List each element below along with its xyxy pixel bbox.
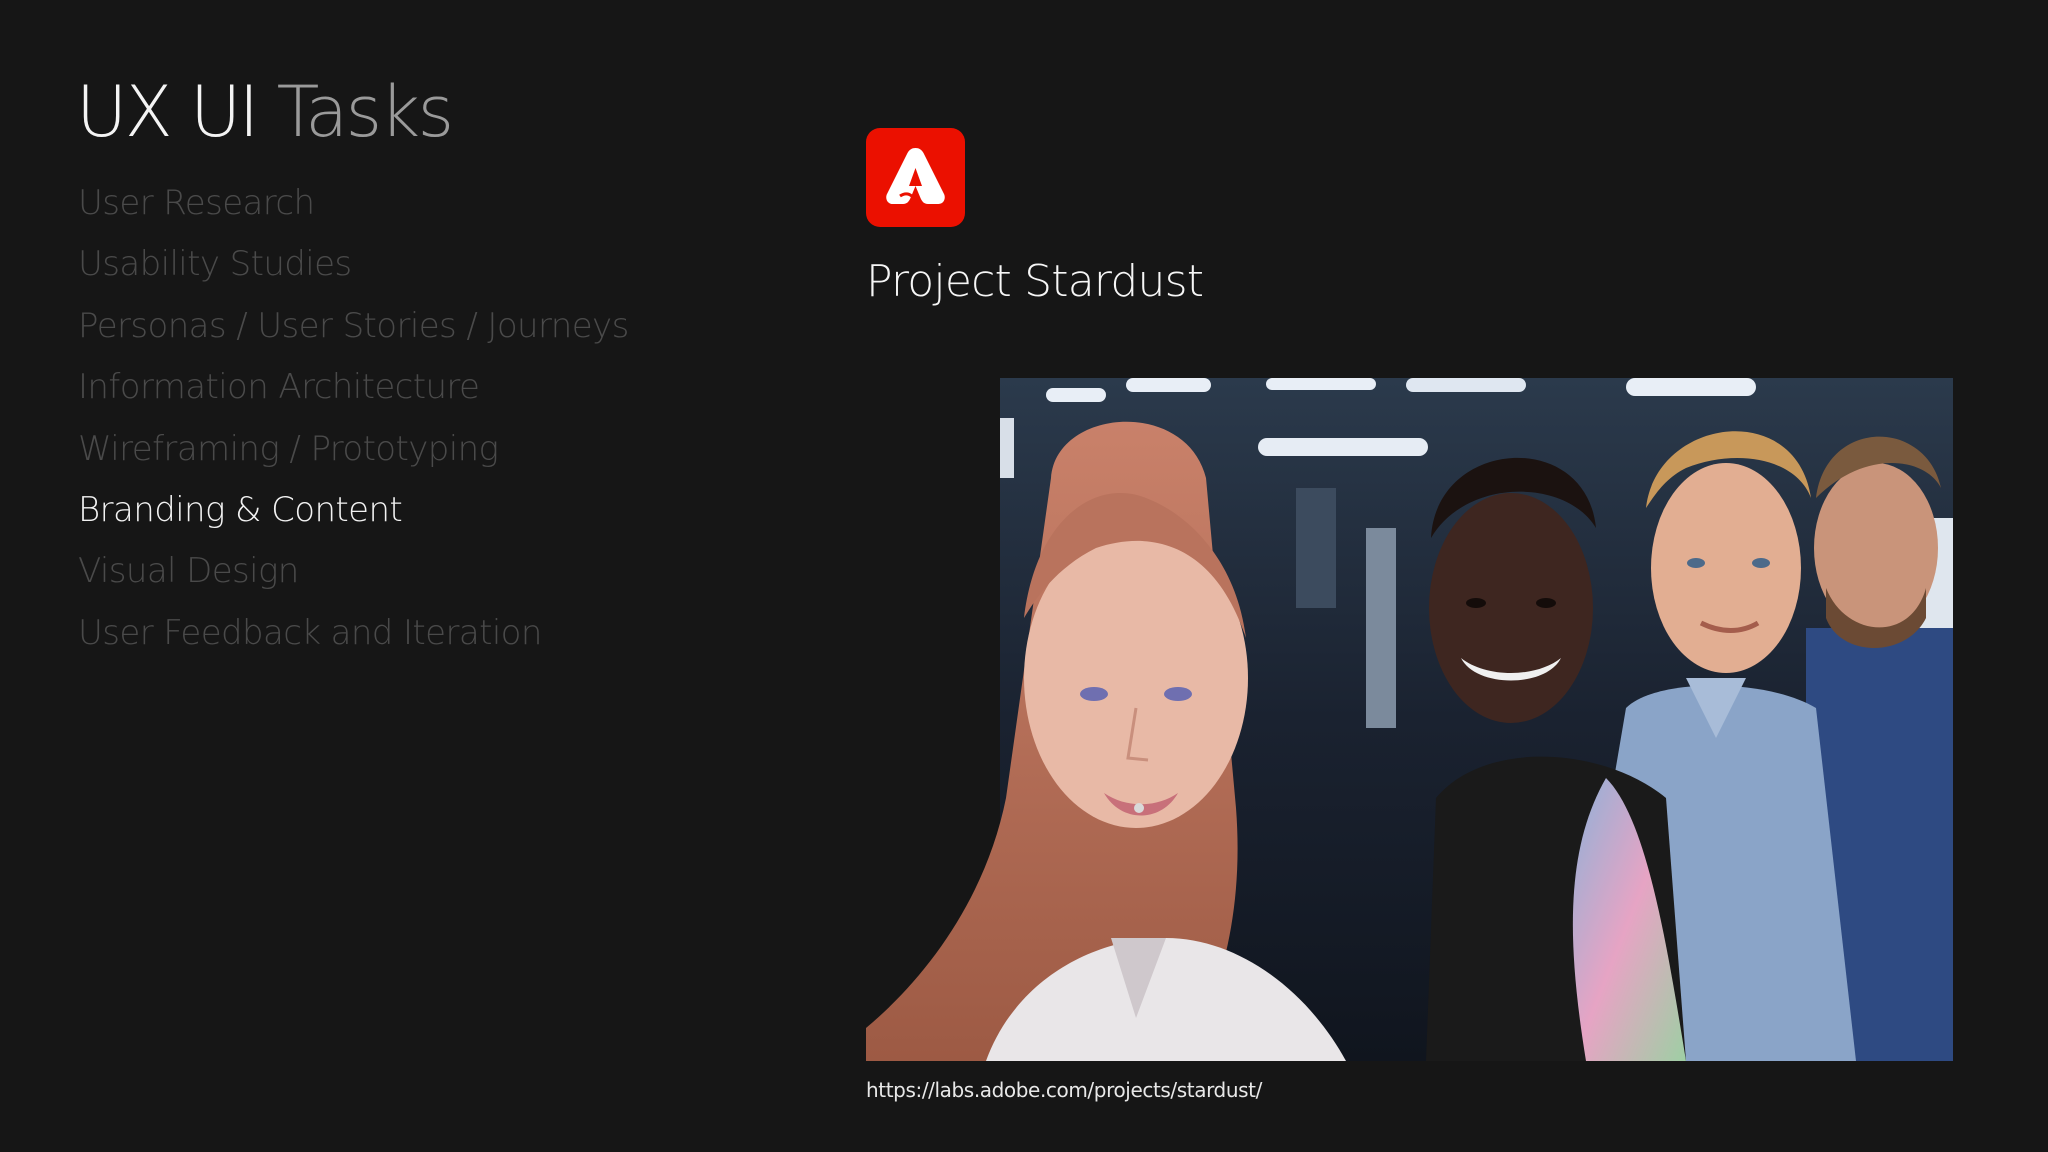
project-title: Project Stardust — [866, 256, 1204, 307]
task-item: Personas / User Stories / Journeys — [78, 305, 629, 346]
task-item: Information Architecture — [78, 367, 480, 408]
project-url-link[interactable]: https://labs.adobe.com/projects/stardust… — [866, 1078, 1262, 1102]
page-title: UX UI Tasks — [76, 70, 455, 154]
task-item: Usability Studies — [78, 244, 352, 285]
task-item: User Feedback and Iteration — [78, 612, 542, 653]
task-item-active: Branding & Content — [78, 489, 403, 530]
adobe-express-logo-icon — [866, 128, 965, 227]
task-item: User Research — [78, 183, 315, 223]
task-list: User Research Usability Studies Personas… — [78, 175, 629, 666]
title-suffix: Tasks — [276, 71, 455, 153]
project-photo — [866, 378, 1953, 1061]
task-item: Visual Design — [78, 551, 299, 592]
task-item: Wireframing / Prototyping — [78, 428, 499, 469]
title-prefix: UX UI — [76, 71, 259, 153]
